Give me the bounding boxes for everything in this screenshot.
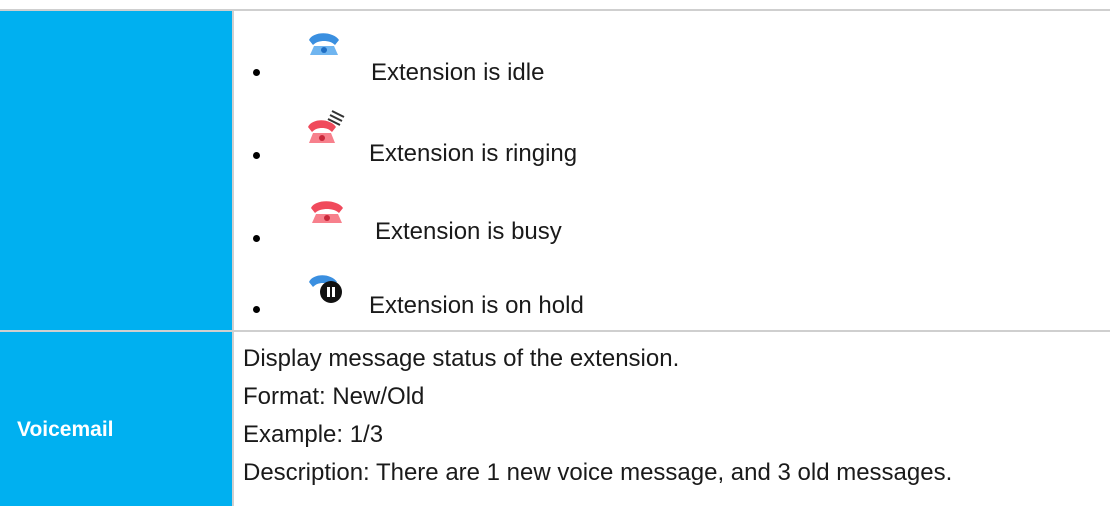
list-item: Extension is idle bbox=[0, 33, 860, 88]
phone-busy-icon bbox=[311, 201, 343, 223]
voicemail-description-line: Display message status of the extension. bbox=[243, 345, 680, 372]
voicemail-example-line: Example: 1/3 bbox=[243, 421, 384, 448]
bullet bbox=[253, 306, 260, 313]
status-text-busy: Extension is busy bbox=[375, 218, 562, 245]
voicemail-format-line: Format: New/Old bbox=[243, 383, 425, 410]
bullet bbox=[253, 235, 260, 242]
phone-ringing-icon bbox=[308, 110, 345, 143]
phone-idle-icon bbox=[309, 33, 339, 55]
status-text-hold: Extension is on hold bbox=[369, 292, 584, 319]
table-top-border bbox=[0, 9, 1110, 11]
voicemail-explanation-line: Description: There are 1 new voice messa… bbox=[243, 459, 953, 486]
voicemail-label: Voicemail bbox=[17, 418, 114, 441]
bullet bbox=[253, 69, 260, 76]
row-divider bbox=[0, 330, 1110, 332]
phone-hold-icon bbox=[309, 275, 342, 303]
status-text-idle: Extension is idle bbox=[371, 59, 545, 86]
list-item: Extension is ringing bbox=[0, 110, 860, 170]
list-item: Extension is on hold bbox=[0, 275, 860, 330]
list-item: Extension is busy bbox=[0, 201, 860, 252]
status-text-ringing: Extension is ringing bbox=[369, 140, 578, 167]
bullet bbox=[253, 152, 260, 159]
